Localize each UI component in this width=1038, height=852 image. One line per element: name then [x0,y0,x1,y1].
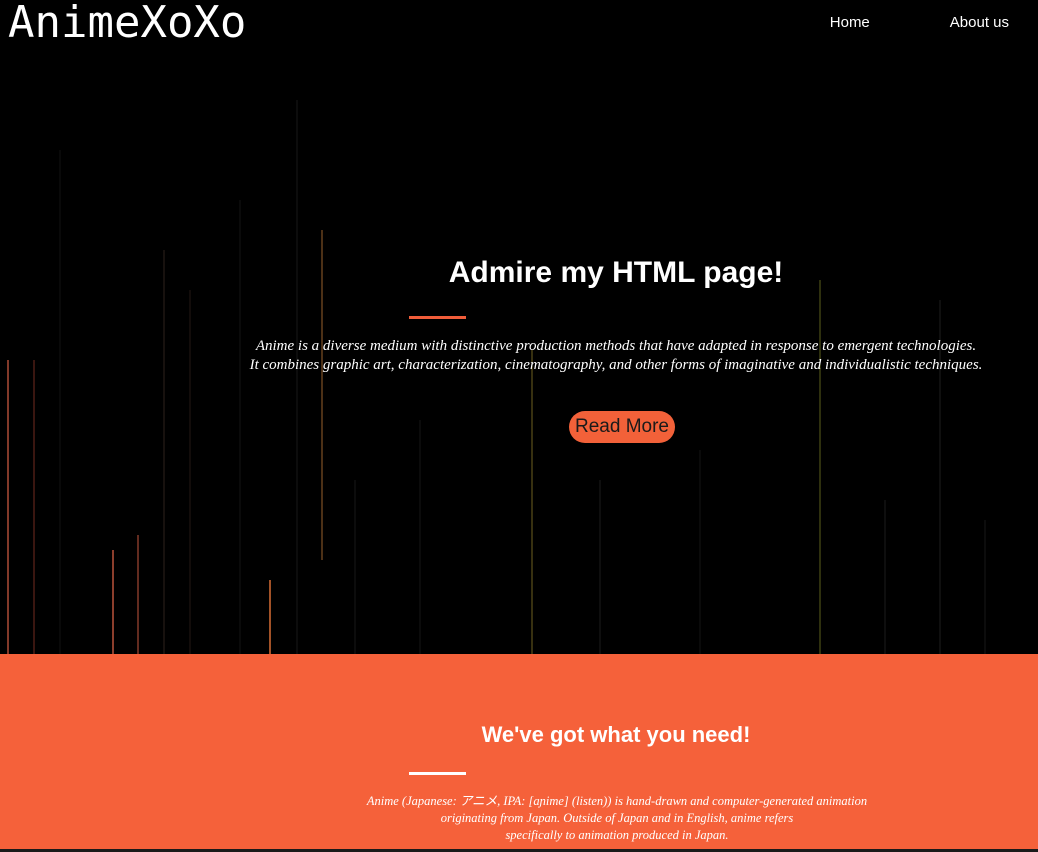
read-more-button[interactable]: Read More [569,411,675,443]
brand-logo[interactable]: AnimeXoXo [8,0,246,46]
band-divider [409,772,466,775]
nav-link-home[interactable]: Home [830,14,870,32]
band-description-line-3: specifically to animation produced in Ja… [505,828,729,842]
band-title: We've got what you need! [481,722,751,747]
hero-divider [409,316,466,319]
hero-description-line-1: Anime is a diverse medium with distincti… [255,338,977,354]
hero-title: Admire my HTML page! [448,256,784,289]
band-description-line-2: originating from Japan. Outside of Japan… [440,811,794,825]
hero-description-line-2: It combines graphic art, characterizatio… [249,357,983,373]
band-description: Anime (Japanese: アニメ, IPA: [aɲime] (list… [300,793,934,844]
info-band: We've got what you need! Anime (Japanese… [0,654,1038,852]
top-nav: Home About us [830,14,1009,32]
band-description-line-1: Anime (Japanese: アニメ, IPA: [aɲime] (list… [366,794,868,808]
hero-description: Anime is a diverse medium with distincti… [196,337,1036,375]
hero-section: AnimeXoXo Home About us Admire my HTML p… [0,0,1038,654]
hero-background-streaks [0,0,1038,654]
nav-link-about-us[interactable]: About us [950,14,1009,32]
